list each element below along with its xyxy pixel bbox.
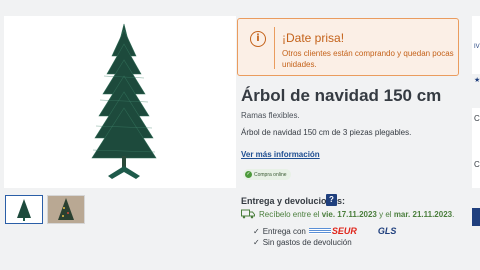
- gls-logo: GLS: [377, 226, 397, 236]
- side-panel-text: C: [474, 114, 480, 123]
- christmas-tree-thumbnail: [17, 199, 31, 221]
- delivery-estimate: Recíbelo entre el vie. 17.11.2023 y el m…: [259, 210, 454, 219]
- more-info-link[interactable]: Ver más información: [241, 150, 320, 159]
- decorated-tree-thumbnail: [48, 196, 84, 223]
- add-to-cart-button[interactable]: [472, 208, 480, 226]
- product-subtitle: Ramas flexibles.: [241, 111, 300, 120]
- date-to: mar. 21.11.2023: [393, 210, 453, 219]
- alert-divider: [274, 27, 275, 69]
- product-title: Árbol de navidad 150 cm: [241, 86, 442, 105]
- product-main-image[interactable]: [4, 16, 236, 188]
- alert-title: ¡Date prisa!: [282, 31, 345, 45]
- carriers-label: Entrega con: [262, 226, 306, 236]
- returns-label: Sin gastos de devolución: [262, 238, 352, 247]
- online-purchase-badge: ✓ Compra online: [243, 169, 291, 180]
- seur-logo: SEUR: [308, 226, 357, 236]
- side-panel-text: C: [474, 160, 480, 169]
- delivery-help-button[interactable]: ?: [326, 194, 337, 206]
- thumbnail-2[interactable]: [47, 195, 85, 224]
- side-panel-text: IV: [474, 44, 480, 50]
- alert-text: Otros clientes están comprando y quedan …: [282, 49, 454, 69]
- carriers-row: ✓ Entrega con SEUR GLS: [253, 226, 396, 236]
- thumbnail-1[interactable]: [5, 195, 43, 224]
- seur-logo-text: SEUR: [331, 226, 357, 236]
- receive-suffix: .: [452, 210, 455, 219]
- low-stock-alert: i ¡Date prisa! Otros clientes están comp…: [237, 18, 459, 76]
- info-icon: i: [250, 31, 266, 47]
- rating-star-icon: ★: [474, 77, 480, 84]
- date-from: vie. 17.11.2023: [321, 210, 377, 219]
- christmas-tree-image: [91, 23, 157, 179]
- check-circle-icon: ✓: [245, 171, 252, 178]
- returns-row: ✓ Sin gastos de devolución: [253, 238, 352, 247]
- product-description: Árbol de navidad 150 cm de 3 piezas pleg…: [241, 128, 412, 137]
- receive-prefix: Recíbelo entre el: [259, 210, 320, 219]
- receive-middle: y el: [379, 210, 392, 219]
- seur-stripes-icon: [308, 228, 331, 234]
- online-badge-label: Compra online: [254, 171, 287, 178]
- truck-icon: [241, 209, 255, 219]
- check-icon: ✓: [253, 238, 260, 247]
- check-icon: ✓: [253, 226, 260, 236]
